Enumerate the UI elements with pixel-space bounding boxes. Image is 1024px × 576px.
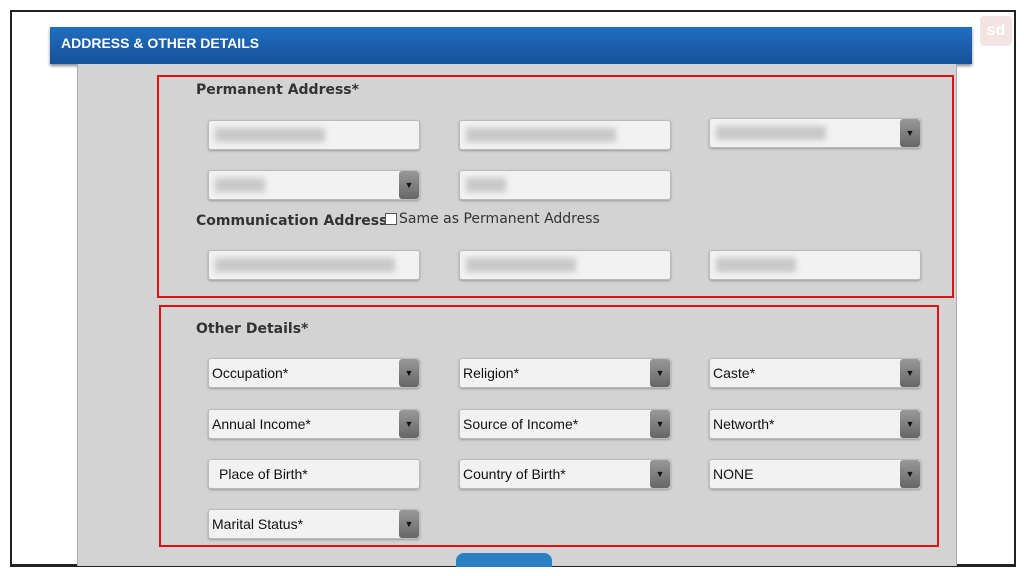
source-of-income-select[interactable]: Source of Income* ▼ — [459, 409, 671, 439]
permanent-address-line2[interactable] — [459, 120, 671, 150]
chevron-down-icon: ▼ — [399, 359, 419, 387]
caste-select[interactable]: Caste* ▼ — [709, 358, 921, 388]
communication-address-line3[interactable] — [709, 250, 921, 280]
occupation-value: Occupation* — [212, 365, 289, 381]
country-of-birth-select[interactable]: Country of Birth* ▼ — [459, 459, 671, 489]
none-select[interactable]: NONE ▼ — [709, 459, 921, 489]
communication-address-line2[interactable] — [459, 250, 671, 280]
logo: sd — [980, 16, 1012, 46]
place-of-birth-input[interactable]: Place of Birth* — [208, 459, 420, 489]
section-header: ADDRESS & OTHER DETAILS — [50, 27, 972, 64]
source-of-income-value: Source of Income* — [463, 416, 579, 432]
permanent-address-label: Permanent Address* — [196, 82, 359, 98]
networth-select[interactable]: Networth* ▼ — [709, 409, 921, 439]
religion-value: Religion* — [463, 365, 520, 381]
chevron-down-icon: ▼ — [900, 460, 920, 488]
permanent-city-select[interactable]: ▼ — [208, 170, 420, 200]
permanent-state-select[interactable]: ▼ — [709, 118, 921, 148]
marital-status-value: Marital Status* — [212, 516, 304, 532]
chevron-down-icon: ▼ — [650, 359, 670, 387]
networth-value: Networth* — [713, 416, 775, 432]
chevron-down-icon: ▼ — [399, 410, 419, 438]
none-value: NONE — [713, 466, 754, 482]
permanent-address-line1[interactable] — [208, 120, 420, 150]
bottom-button[interactable] — [456, 553, 552, 567]
country-of-birth-value: Country of Birth* — [463, 466, 566, 482]
chevron-down-icon: ▼ — [900, 119, 920, 147]
chevron-down-icon: ▼ — [399, 510, 419, 538]
chevron-down-icon: ▼ — [650, 460, 670, 488]
annual-income-value: Annual Income* — [212, 416, 311, 432]
permanent-pincode[interactable] — [459, 170, 671, 200]
occupation-select[interactable]: Occupation* ▼ — [208, 358, 420, 388]
annual-income-select[interactable]: Annual Income* ▼ — [208, 409, 420, 439]
religion-select[interactable]: Religion* ▼ — [459, 358, 671, 388]
chevron-down-icon: ▼ — [399, 171, 419, 199]
place-of-birth-placeholder: Place of Birth* — [219, 466, 308, 482]
chevron-down-icon: ▼ — [900, 359, 920, 387]
same-as-permanent-label[interactable]: Same as Permanent Address — [399, 211, 600, 227]
marital-status-select[interactable]: Marital Status* ▼ — [208, 509, 420, 539]
section-title: ADDRESS & OTHER DETAILS — [61, 35, 260, 51]
caste-value: Caste* — [713, 365, 756, 381]
communication-address-label: Communication Address* — [196, 213, 395, 229]
same-as-permanent-checkbox[interactable] — [385, 213, 397, 225]
other-details-label: Other Details* — [196, 321, 309, 337]
chevron-down-icon: ▼ — [650, 410, 670, 438]
chevron-down-icon: ▼ — [900, 410, 920, 438]
communication-address-line1[interactable] — [208, 250, 420, 280]
